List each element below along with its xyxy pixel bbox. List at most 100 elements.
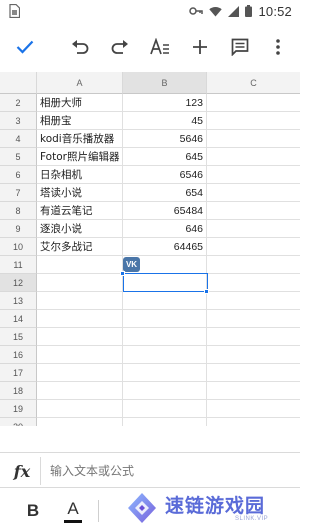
watermark-subtitle: SLINK.VIP [235,516,269,522]
row-header[interactable]: 12 [0,274,37,292]
cell-a[interactable] [37,292,123,310]
undo-icon [72,40,89,54]
cell-c[interactable] [207,292,300,310]
cellular-signal-icon [228,5,240,17]
cell-c[interactable] [207,310,300,328]
cell-a[interactable] [37,400,123,418]
spreadsheet-grid[interactable]: A B C 2 相册大师 123 3 相册宝 45 4 kodi音乐播放器 5646 5 Fotor… [0,72,300,426]
cell-a[interactable] [37,382,123,400]
row-header[interactable]: 4 [0,130,37,148]
column-header-c[interactable]: C [207,72,300,94]
cell-b[interactable]: 646 [123,220,207,238]
cell-a[interactable]: Fotor照片编辑器 [37,148,123,166]
cell-b[interactable]: 654 [123,184,207,202]
comment-icon [231,38,249,56]
comment-button[interactable] [225,32,255,62]
row-header[interactable]: 14 [0,310,37,328]
cell-b[interactable] [123,310,207,328]
cell-a[interactable]: 塔读小说 [37,184,123,202]
cell-a[interactable]: kodi音乐播放器 [37,130,123,148]
cell-c[interactable] [207,328,300,346]
cell-b[interactable]: 123 [123,94,207,112]
function-icon[interactable]: fx [10,459,34,483]
table-row: 2 相册大师 123 [0,94,300,112]
column-header-a[interactable]: A [37,72,123,94]
cell-a[interactable]: 艾尔多战记 [37,238,123,256]
cell-c[interactable] [207,130,300,148]
cell-c[interactable] [207,94,300,112]
cell-b[interactable] [123,328,207,346]
cell-b[interactable]: 5646 [123,130,207,148]
row-header[interactable]: 3 [0,112,37,130]
more-options-button[interactable] [263,32,293,62]
row-header[interactable]: 16 [0,346,37,364]
cell-a[interactable]: 逐浪小说 [37,220,123,238]
selection-handle[interactable] [120,271,125,276]
cell-c[interactable] [207,112,300,130]
row-header[interactable]: 2 [0,94,37,112]
column-header-b[interactable]: B [123,72,207,94]
row-header[interactable]: 9 [0,220,37,238]
cell-a[interactable] [37,364,123,382]
cell-a[interactable]: 有道云笔记 [37,202,123,220]
cell-b[interactable] [123,382,207,400]
undo-button[interactable] [65,32,95,62]
cell-a[interactable]: 相册大师 [37,94,123,112]
confirm-button[interactable] [10,32,40,62]
cell-c[interactable] [207,400,300,418]
vk-floating-badge[interactable]: VK [123,257,140,272]
row-header[interactable]: 10 [0,238,37,256]
row-header[interactable]: 18 [0,382,37,400]
cell-c[interactable] [207,382,300,400]
cell-a[interactable] [37,346,123,364]
row-header[interactable]: 15 [0,328,37,346]
formula-input[interactable] [50,462,290,480]
row-header[interactable]: 5 [0,148,37,166]
cell-b[interactable]: 64465 [123,238,207,256]
row-header[interactable]: 7 [0,184,37,202]
row-header[interactable]: 20 [0,418,37,426]
table-row: 16 [0,346,300,364]
cell-c[interactable] [207,202,300,220]
cell-b[interactable] [123,346,207,364]
cell-c[interactable] [207,220,300,238]
cell-c[interactable] [207,418,300,426]
select-all-corner[interactable] [0,72,37,94]
cell-b[interactable]: 6546 [123,166,207,184]
text-format-button[interactable] [145,32,175,62]
row-header[interactable]: 13 [0,292,37,310]
cell-c[interactable] [207,274,300,292]
cell-b[interactable] [123,364,207,382]
row-header[interactable]: 17 [0,364,37,382]
text-color-button[interactable]: A [60,498,86,524]
cell-a[interactable]: 日杂相机 [37,166,123,184]
insert-button[interactable] [185,32,215,62]
cell-a[interactable] [37,328,123,346]
cell-b[interactable] [123,400,207,418]
cell-b[interactable]: 645 [123,148,207,166]
cell-a[interactable] [37,274,123,292]
cell-b[interactable] [123,292,207,310]
row-header[interactable]: 8 [0,202,37,220]
cell-c[interactable] [207,166,300,184]
cell-c[interactable] [207,256,300,274]
cell-b[interactable]: 65484 [123,202,207,220]
cell-c[interactable] [207,346,300,364]
cell-a[interactable]: 相册宝 [37,112,123,130]
selection-handle[interactable] [204,289,209,294]
status-bar: 10:52 [0,0,300,22]
row-header[interactable]: 11 [0,256,37,274]
cell-c[interactable] [207,184,300,202]
redo-button[interactable] [105,32,135,62]
cell-a[interactable] [37,256,123,274]
cell-a[interactable] [37,310,123,328]
cell-b[interactable]: 45 [123,112,207,130]
cell-a[interactable] [37,418,123,426]
cell-b[interactable] [123,418,207,426]
row-header[interactable]: 6 [0,166,37,184]
cell-c[interactable] [207,364,300,382]
cell-c[interactable] [207,238,300,256]
bold-button[interactable]: B [20,498,46,524]
row-header[interactable]: 19 [0,400,37,418]
cell-c[interactable] [207,148,300,166]
